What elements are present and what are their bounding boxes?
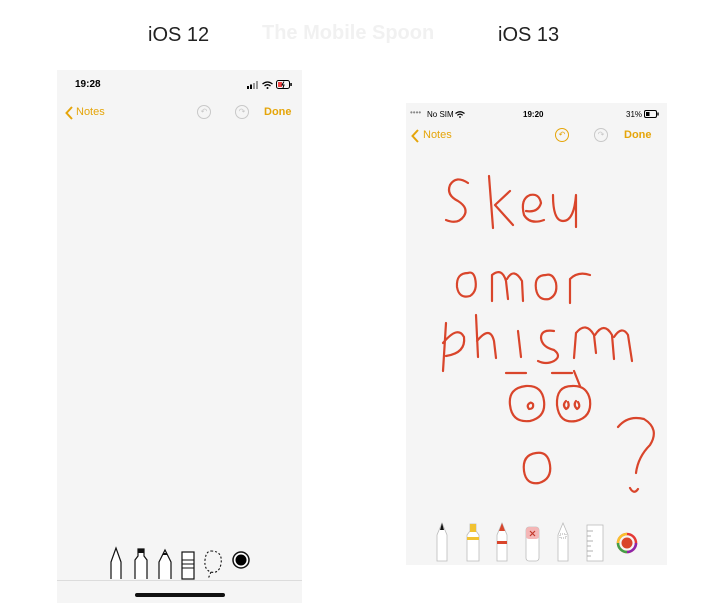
ink-word-o (522, 451, 552, 485)
home-indicator (135, 593, 225, 597)
back-button[interactable]: Notes (76, 106, 105, 118)
color-swatch[interactable] (232, 551, 250, 569)
eraser-tool[interactable] (181, 551, 195, 580)
lasso-tool[interactable] (204, 550, 222, 580)
pen-tool[interactable] (436, 521, 448, 562)
ios12-label: iOS 12 (148, 24, 210, 46)
ios13-tool-palette (436, 521, 638, 562)
undo-icon[interactable]: ↶ (197, 105, 211, 119)
marker-tool[interactable] (134, 548, 148, 579)
ink-question-mark (616, 416, 655, 493)
ink-word-skeu (444, 174, 578, 230)
ios13-screen: •••• No SIM 19:20 31% Notes ↶ ↷ Done (406, 103, 667, 565)
wifi-icon (262, 81, 273, 89)
done-button[interactable]: Done (264, 106, 292, 118)
ruler-tool[interactable] (586, 524, 604, 562)
pen-tool[interactable] (110, 546, 122, 579)
marker-tool[interactable] (466, 523, 480, 562)
eraser-tool[interactable] (525, 526, 540, 562)
chevron-left-icon[interactable] (65, 106, 73, 120)
handwriting-canvas[interactable] (406, 103, 667, 513)
ink-word-omor (455, 271, 592, 305)
color-picker-icon[interactable] (616, 532, 638, 554)
watermark: The Mobile Spoon (262, 22, 435, 44)
ink-word-oo (504, 369, 592, 423)
status-time: 19:28 (75, 79, 101, 90)
pencil-tool[interactable] (158, 548, 172, 579)
ios13-label: iOS 13 (498, 24, 560, 46)
lasso-tool[interactable] (557, 521, 569, 562)
battery-charging-icon (276, 80, 292, 89)
pencil-tool[interactable] (496, 521, 508, 562)
signal-icon (247, 81, 258, 89)
ios12-status-bar: 19:28 (57, 70, 302, 94)
ios12-screen: 19:28 Notes ↶ ↷ Done (57, 70, 302, 603)
ios12-nav-bar: Notes ↶ ↷ Done (57, 104, 302, 122)
ink-word-phism (441, 313, 634, 373)
ios12-tool-palette (110, 546, 250, 580)
toolbar-divider (57, 580, 302, 581)
redo-icon[interactable]: ↷ (235, 105, 249, 119)
